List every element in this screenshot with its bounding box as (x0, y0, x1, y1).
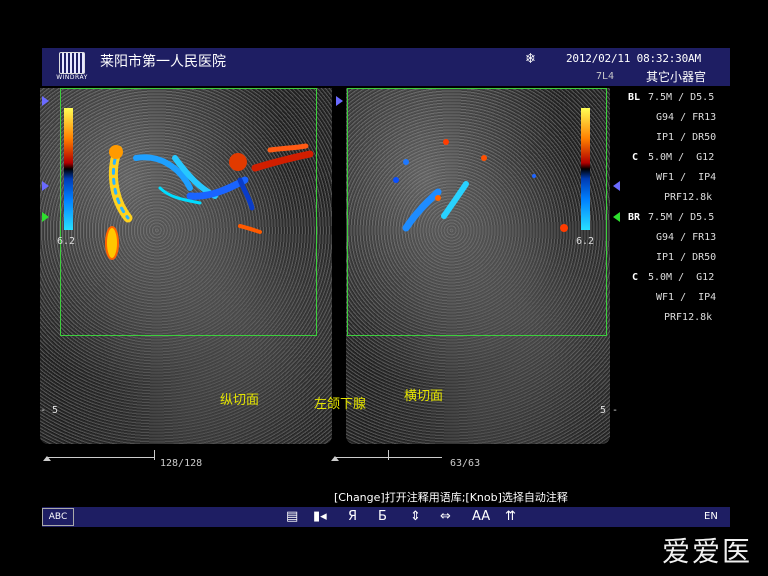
param-bl-line3: IP1 / DR50 (656, 132, 717, 143)
cursor-tool-icon[interactable]: ▮◂ (313, 509, 327, 524)
depth-label-left: - 5 (40, 405, 59, 416)
focus-marker-left[interactable] (42, 181, 49, 191)
focus-marker-top-left[interactable] (42, 96, 49, 106)
param-c1-line1: 5.0M / G12 (648, 152, 715, 163)
arrow-tool-icon[interactable]: ⇈ (505, 509, 516, 524)
logo-brand-text: WINDRAY (56, 74, 88, 81)
param-br-label: BR (628, 212, 641, 223)
cine-track-left[interactable] (46, 457, 154, 458)
param-c1-line2: WF1 / IP4 (656, 172, 717, 183)
param-br-line1: 7.5M / D5.5 (648, 212, 715, 223)
cine-position-left[interactable] (154, 450, 155, 460)
frame-counter-right: 63/63 (450, 458, 481, 469)
snowflake-icon[interactable]: ❄ (526, 49, 535, 67)
color-scale-bar-right (581, 108, 590, 230)
annotation-organ[interactable]: 左颌下腺 (314, 393, 366, 412)
datetime: 2012/02/11 08:32:30AM (566, 52, 701, 65)
windray-logo: WINDRAY (52, 52, 92, 84)
param-bl-line1: 7.5M / D5.5 (648, 92, 715, 103)
param-br-line3: IP1 / DR50 (656, 252, 717, 263)
text-tool-icon[interactable]: ▤ (286, 509, 298, 524)
color-scale-bar-left (64, 108, 73, 230)
watermark: 爱爱医 (662, 535, 753, 568)
param-bl-label: BL (628, 92, 641, 103)
vertical-move-icon[interactable]: ⇕ (410, 509, 421, 524)
annotation-hint: [Change]打开注释用语库;[Knob]选择自动注释 (334, 491, 568, 504)
focus-marker-green-left[interactable] (42, 212, 49, 222)
abc-button[interactable]: ABC (42, 508, 74, 526)
flip-b-icon[interactable]: Ƃ (378, 509, 387, 524)
param-c1-line3: PRF12.8k (664, 192, 713, 203)
exam-preset[interactable]: 其它小器官 (646, 68, 706, 85)
horizontal-move-icon[interactable]: ⇔ (440, 509, 451, 524)
depth-label-right: 5 - (600, 405, 619, 416)
frame-counter-left: 128/128 (160, 458, 203, 469)
param-c2-line2: WF1 / IP4 (656, 292, 717, 303)
probe-label: 7L4 (596, 71, 615, 82)
focus-marker-right[interactable] (613, 181, 620, 191)
annotation-longitudinal[interactable]: 纵切面 (220, 389, 259, 408)
param-c2-label: C (632, 272, 639, 283)
focus-marker-top-right[interactable] (336, 96, 343, 106)
color-roi-box-right[interactable] (347, 88, 607, 336)
language-indicator[interactable]: EN (704, 511, 718, 522)
hospital-name: 莱阳市第一人民医院 (100, 54, 226, 70)
color-roi-box-left[interactable] (60, 88, 317, 336)
scale-value-right: 6.2 (576, 236, 595, 247)
focus-marker-green-right[interactable] (613, 212, 620, 222)
param-br-line2: G94 / FR13 (656, 232, 717, 243)
cine-position-right[interactable] (388, 450, 389, 460)
param-c2-line1: 5.0M / G12 (648, 272, 715, 283)
param-c2-line3: PRF12.8k (664, 312, 713, 323)
param-bl-line2: G94 / FR13 (656, 112, 717, 123)
book-icon (59, 52, 85, 74)
scale-value-left: 6.2 (57, 236, 76, 247)
param-c1-label: C (632, 152, 639, 163)
mirror-r-icon[interactable]: Я (348, 509, 357, 524)
annotation-transverse[interactable]: 横切面 (404, 385, 443, 404)
font-size-icon[interactable]: AA (472, 509, 490, 524)
